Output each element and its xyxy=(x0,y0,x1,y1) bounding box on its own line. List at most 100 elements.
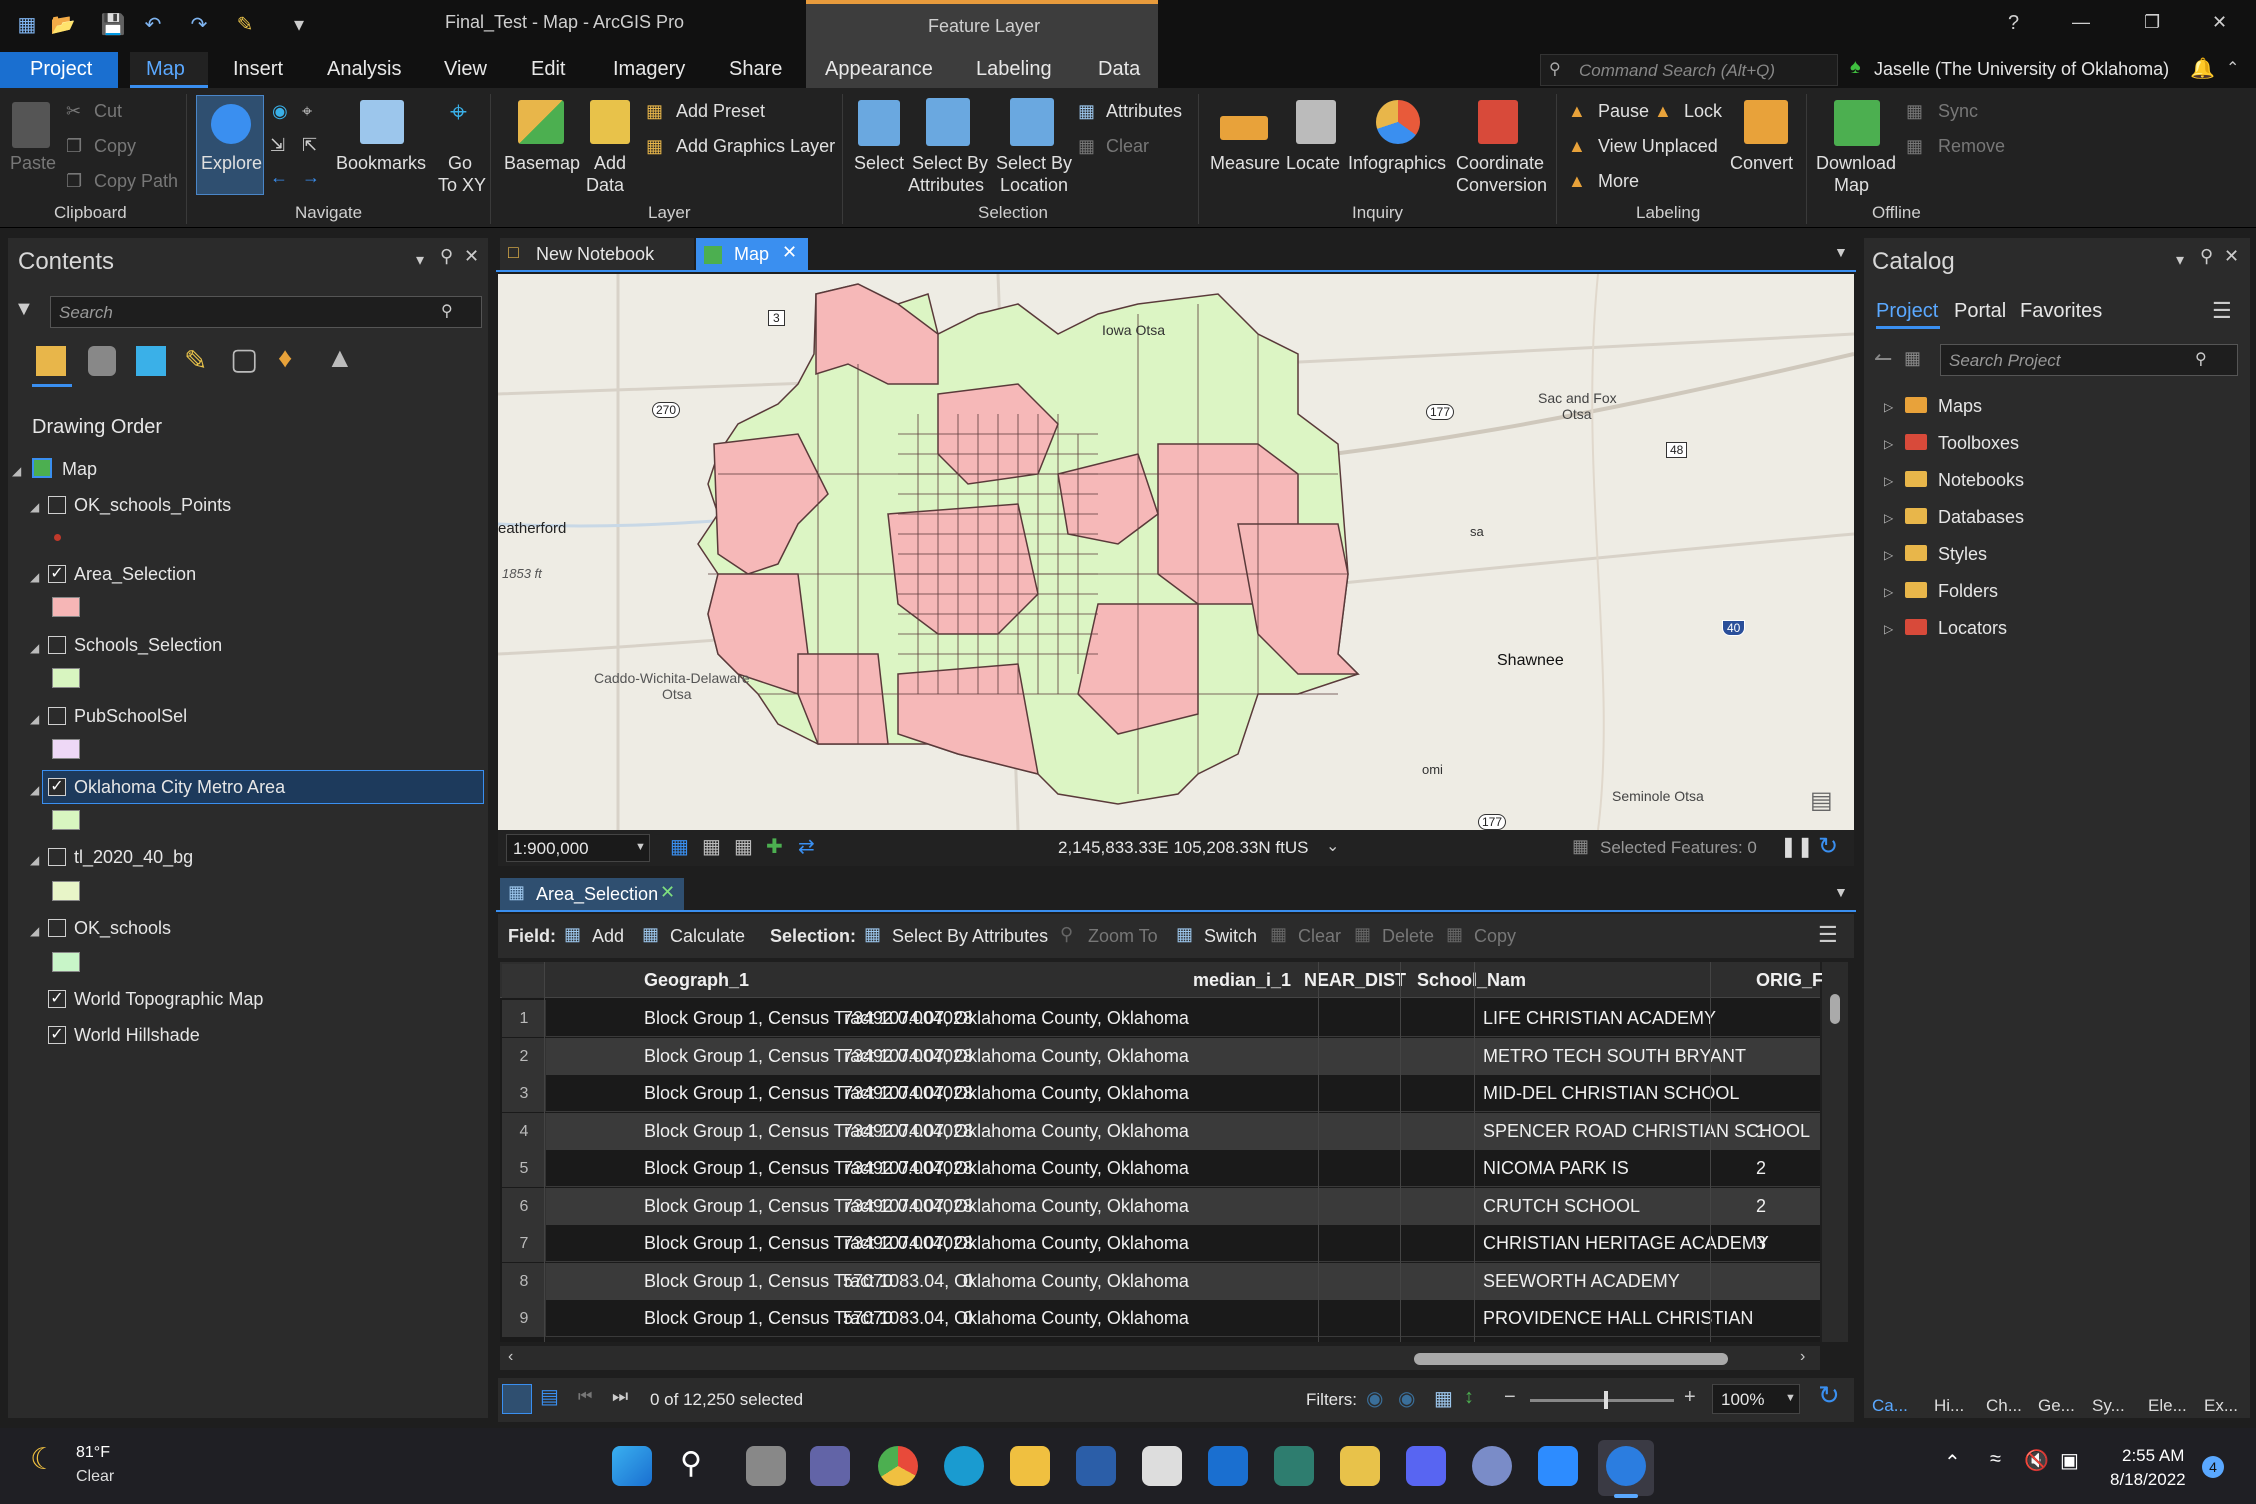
back-icon[interactable]: ↼ xyxy=(1874,346,1892,372)
pause-drawing-icon[interactable]: ❚❚ xyxy=(1780,834,1814,859)
layer-checkbox[interactable]: ✓ xyxy=(48,1026,66,1044)
weather-temp[interactable]: 81°F xyxy=(76,1444,110,1462)
map-notes-icon[interactable]: ▤ xyxy=(1810,786,1833,815)
expand-arrow-icon[interactable]: ▷ xyxy=(1884,511,1893,525)
cell-school-nam[interactable]: SEEWORTH ACADEMY xyxy=(1483,1263,1680,1300)
dock-tab-chart[interactable]: Ch... xyxy=(1986,1396,2022,1416)
layer-checkbox[interactable] xyxy=(48,707,66,725)
row-number[interactable]: 4 xyxy=(502,1112,546,1150)
table-row[interactable]: 9 Block Group 1, Census Tract 1083.04, Ok… xyxy=(502,1300,1820,1365)
cell-school-nam[interactable]: NICOMA PARK IS xyxy=(1483,1150,1629,1187)
sort-icon[interactable]: ↕ xyxy=(1464,1386,1474,1409)
tab-map[interactable]: Map xyxy=(130,52,208,88)
notification-badge[interactable]: 4 xyxy=(2202,1456,2224,1478)
cell-median-i-1[interactable]: 57070 xyxy=(843,1263,893,1300)
expand-arrow-icon[interactable]: ◢ xyxy=(30,500,39,514)
cell-median-i-1[interactable]: 73492 xyxy=(843,1038,893,1075)
expand-arrow-icon[interactable]: ◢ xyxy=(30,783,39,797)
r-icon[interactable] xyxy=(1472,1446,1512,1486)
copy-rows-button[interactable]: Copy xyxy=(1474,926,1516,947)
expand-arrow-icon[interactable]: ◢ xyxy=(30,853,39,867)
table-menu-icon[interactable]: ☰ xyxy=(1818,922,1838,948)
pane-options-icon[interactable]: ▾ xyxy=(416,250,424,270)
close-pane-icon[interactable]: ✕ xyxy=(464,246,479,267)
row-number[interactable]: 2 xyxy=(502,1037,546,1075)
layer-world-hillshade[interactable]: World Hillshade xyxy=(74,1025,200,1046)
grid-icon[interactable]: ▦ xyxy=(734,834,753,859)
calculate-button[interactable]: Calculate xyxy=(670,926,745,947)
tab-share[interactable]: Share xyxy=(729,58,782,81)
tab-new-notebook[interactable]: □ New Notebook xyxy=(500,238,694,270)
vertical-scrollbar[interactable] xyxy=(1822,962,1848,1342)
refresh-icon[interactable]: ↻ xyxy=(1818,832,1838,861)
catalog-tab-portal[interactable]: Portal xyxy=(1954,300,2006,323)
map-view[interactable]: Iowa Otsa Sac and Fox Otsa eatherford 18… xyxy=(498,274,1854,830)
polygon-symbol[interactable] xyxy=(52,668,80,688)
cell-median-i-1[interactable]: 73492 xyxy=(843,1113,893,1150)
minimize-button[interactable]: — xyxy=(2072,12,2090,33)
list-by-drawing-order-icon[interactable] xyxy=(36,346,66,376)
user-name[interactable]: Jaselle (The University of Oklahoma) xyxy=(1874,59,2169,80)
word-icon[interactable] xyxy=(1076,1446,1116,1486)
close-button[interactable]: ✕ xyxy=(2212,12,2227,33)
discord-icon[interactable] xyxy=(1406,1446,1446,1486)
polygon-symbol[interactable] xyxy=(52,739,80,759)
column-divider[interactable] xyxy=(544,962,545,1342)
lock-labels-button[interactable]: Lock xyxy=(1684,100,1722,122)
layer-checkbox[interactable]: ✓ xyxy=(48,990,66,1008)
clear-table-selection-button[interactable]: Clear xyxy=(1298,926,1341,947)
table-row[interactable]: 7 Block Group 1, Census Tract 1074.07, Ok… xyxy=(502,1225,1820,1262)
notification-icon[interactable]: 🔔 xyxy=(2190,56,2215,81)
map-node[interactable]: Map xyxy=(62,459,97,480)
file-explorer-icon[interactable] xyxy=(1010,1446,1050,1486)
tab-analysis[interactable]: Analysis xyxy=(327,58,401,81)
column-divider[interactable] xyxy=(1318,962,1319,1342)
tab-map-view[interactable]: Map ✕ xyxy=(696,238,808,272)
expand-arrow-icon[interactable]: ◢ xyxy=(12,464,21,478)
pause-labels-button[interactable]: Pause xyxy=(1598,100,1649,122)
cell-geograph-1[interactable]: Block Group 1, Census Tract 1083.04, Okl… xyxy=(644,1300,1189,1337)
open-icon[interactable]: 📂 xyxy=(50,12,76,38)
cell-school-nam[interactable]: CHRISTIAN HERITAGE ACADEMY xyxy=(1483,1225,1769,1262)
table-row[interactable]: 8 Block Group 1, Census Tract 1083.04, Ok… xyxy=(502,1262,1820,1300)
filter-icon[interactable]: ▼ xyxy=(14,298,34,321)
catalog-item-folders[interactable]: Folders xyxy=(1938,581,1998,602)
add-preset-button[interactable]: Add Preset xyxy=(676,100,765,122)
layer-pubschoolsel[interactable]: PubSchoolSel xyxy=(74,706,187,727)
first-record-icon[interactable]: ⏮ xyxy=(578,1388,592,1406)
cut-button[interactable]: Cut xyxy=(94,100,122,122)
expand-arrow-icon[interactable]: ▷ xyxy=(1884,400,1893,414)
convert-button[interactable]: Convert xyxy=(1730,152,1793,174)
delete-button[interactable]: Delete xyxy=(1382,926,1434,947)
undo-icon[interactable]: ↶ xyxy=(140,12,166,38)
column-header-school-nam[interactable]: School_Nam xyxy=(1417,962,1526,998)
column-divider[interactable] xyxy=(1474,962,1475,1342)
dock-tab-geoprocessing[interactable]: Ge... xyxy=(2038,1396,2075,1416)
fixed-zoom-icon[interactable]: ⌖ xyxy=(302,100,312,122)
table-row[interactable]: 4 Block Group 1, Census Tract 1074.07, Ok… xyxy=(502,1112,1820,1150)
infographics-button[interactable]: Infographics xyxy=(1348,152,1446,174)
selected-features-count[interactable]: Selected Features: 0 xyxy=(1600,838,1757,858)
expand-arrow-icon[interactable]: ◢ xyxy=(30,712,39,726)
slider-thumb[interactable] xyxy=(1604,1391,1608,1409)
expand-arrow-icon[interactable]: ▷ xyxy=(1884,622,1893,636)
snapping-icon[interactable]: ▦ xyxy=(702,834,721,859)
store-icon[interactable] xyxy=(1142,1446,1182,1486)
table-row[interactable]: 5 Block Group 1, Census Tract 1074.07, Ok… xyxy=(502,1150,1820,1187)
scroll-right-icon[interactable]: › xyxy=(1800,1348,1805,1366)
correction-icon[interactable]: ⇄ xyxy=(798,834,815,859)
row-number[interactable]: 6 xyxy=(502,1187,546,1225)
clear-selection-button[interactable]: Clear xyxy=(1106,135,1149,157)
tab-list-icon[interactable]: ▼ xyxy=(1834,244,1848,260)
next-extent-icon[interactable]: → xyxy=(302,166,320,188)
zoom-in-icon[interactable]: + xyxy=(1684,1386,1696,1409)
switch-selection-button[interactable]: Switch xyxy=(1204,926,1257,947)
paste-button[interactable]: Paste xyxy=(10,152,56,174)
home-icon[interactable]: ▦ xyxy=(1904,348,1921,369)
layer-checkbox[interactable] xyxy=(48,919,66,937)
cell-near-dist[interactable]: 0.004028 xyxy=(898,1075,973,1112)
start-icon[interactable] xyxy=(612,1446,652,1486)
list-by-perspective-icon[interactable]: ▲ xyxy=(326,342,354,374)
expand-arrow-icon[interactable]: ▷ xyxy=(1884,474,1893,488)
chrome-icon[interactable] xyxy=(878,1446,918,1486)
